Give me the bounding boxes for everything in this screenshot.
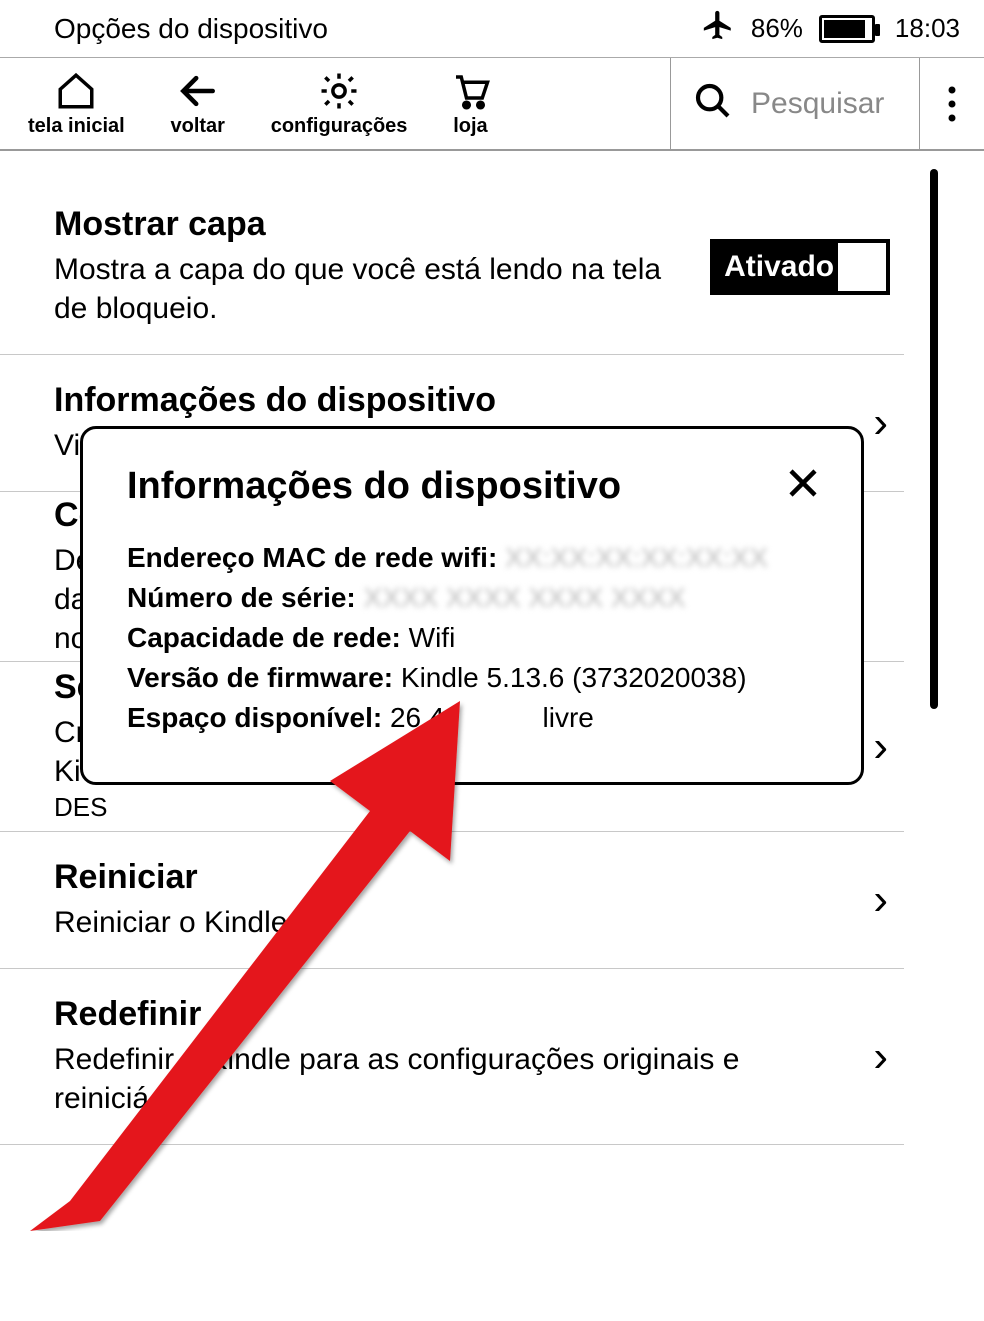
home-label: tela inicial xyxy=(28,115,125,138)
search-placeholder: Pesquisar xyxy=(751,87,884,121)
toolbar: tela inicial voltar configurações loja P… xyxy=(0,57,984,151)
store-button[interactable]: loja xyxy=(425,58,515,149)
mac-value-redacted: XX:XX:XX:XX:XX:XX xyxy=(505,542,768,573)
close-button[interactable] xyxy=(785,465,821,508)
back-arrow-icon xyxy=(176,69,220,113)
cart-icon xyxy=(449,69,491,113)
overflow-menu-button[interactable] xyxy=(920,58,984,149)
row-reset[interactable]: Redefinir Redefinir o Kindle para as con… xyxy=(0,969,904,1145)
netcap-line: Capacidade de rede: Wifi xyxy=(127,622,821,654)
chevron-right-icon: › xyxy=(873,722,904,772)
row-title: Mostrar capa xyxy=(54,205,690,244)
row-title: Redefinir xyxy=(54,995,774,1034)
mac-label: Endereço MAC de rede wifi: xyxy=(127,542,497,573)
home-icon xyxy=(55,69,97,113)
netcap-label: Capacidade de rede: xyxy=(127,622,401,653)
airplane-mode-icon xyxy=(701,8,735,49)
freespace-line: Espaço disponível: 26,4 XX XX livre xyxy=(127,702,821,734)
row-desc: Mostra a capa do que você está lendo na … xyxy=(54,250,690,328)
row-desc-extra: DES xyxy=(54,791,107,825)
row-desc: Reiniciar o Kindle. xyxy=(54,903,296,942)
firmware-line: Versão de firmware: Kindle 5.13.6 (37320… xyxy=(127,662,821,694)
chevron-right-icon: › xyxy=(873,1032,904,1082)
serial-label: Número de série: xyxy=(127,582,356,613)
settings-button[interactable]: configurações xyxy=(253,58,426,149)
freespace-value-prefix: 26,4 xyxy=(390,702,445,733)
row-title: Reiniciar xyxy=(54,858,296,897)
dialog-title: Informações do dispositivo xyxy=(127,465,621,508)
status-right: 86% 18:03 xyxy=(701,8,960,49)
battery-icon xyxy=(819,15,875,43)
gear-icon xyxy=(318,69,360,113)
toggle-label: Ativado xyxy=(724,250,834,284)
serial-value-redacted: XXXX XXXX XXXX XXXX xyxy=(364,582,686,613)
netcap-value: Wifi xyxy=(409,622,456,653)
chevron-right-icon: › xyxy=(873,875,904,925)
back-label: voltar xyxy=(170,115,224,138)
search-box[interactable]: Pesquisar xyxy=(670,58,920,149)
page-title: Opções do dispositivo xyxy=(54,13,328,45)
row-restart[interactable]: Reiniciar Reiniciar o Kindle. › xyxy=(0,832,904,969)
store-label: loja xyxy=(453,115,487,138)
status-bar: Opções do dispositivo 86% 18:03 xyxy=(0,0,984,57)
device-info-dialog: Informações do dispositivo Endereço MAC … xyxy=(80,426,864,785)
row-desc: Redefinir o Kindle para as configurações… xyxy=(54,1040,774,1118)
clock: 18:03 xyxy=(895,13,960,44)
row-title: Informações do dispositivo xyxy=(54,381,564,420)
firmware-value: Kindle 5.13.6 (3732020038) xyxy=(401,662,747,693)
close-icon xyxy=(785,465,821,501)
battery-percent: 86% xyxy=(751,13,803,44)
chevron-right-icon: › xyxy=(873,398,904,448)
mac-line: Endereço MAC de rede wifi: XX:XX:XX:XX:X… xyxy=(127,542,821,574)
serial-line: Número de série: XXXX XXXX XXXX XXXX xyxy=(127,582,821,614)
freespace-label: Espaço disponível: xyxy=(127,702,382,733)
kebab-icon xyxy=(947,84,957,124)
firmware-label: Versão de firmware: xyxy=(127,662,393,693)
search-icon xyxy=(693,81,733,126)
toggle-on[interactable]: Ativado xyxy=(710,239,890,295)
settings-list: Mostrar capa Mostra a capa do que você e… xyxy=(0,151,984,1315)
scrollbar[interactable] xyxy=(930,169,938,709)
freespace-value-suffix: livre xyxy=(543,702,594,733)
settings-label: configurações xyxy=(271,115,408,138)
home-button[interactable]: tela inicial xyxy=(10,58,143,149)
back-button[interactable]: voltar xyxy=(143,58,253,149)
row-show-cover[interactable]: Mostrar capa Mostra a capa do que você e… xyxy=(0,179,904,355)
